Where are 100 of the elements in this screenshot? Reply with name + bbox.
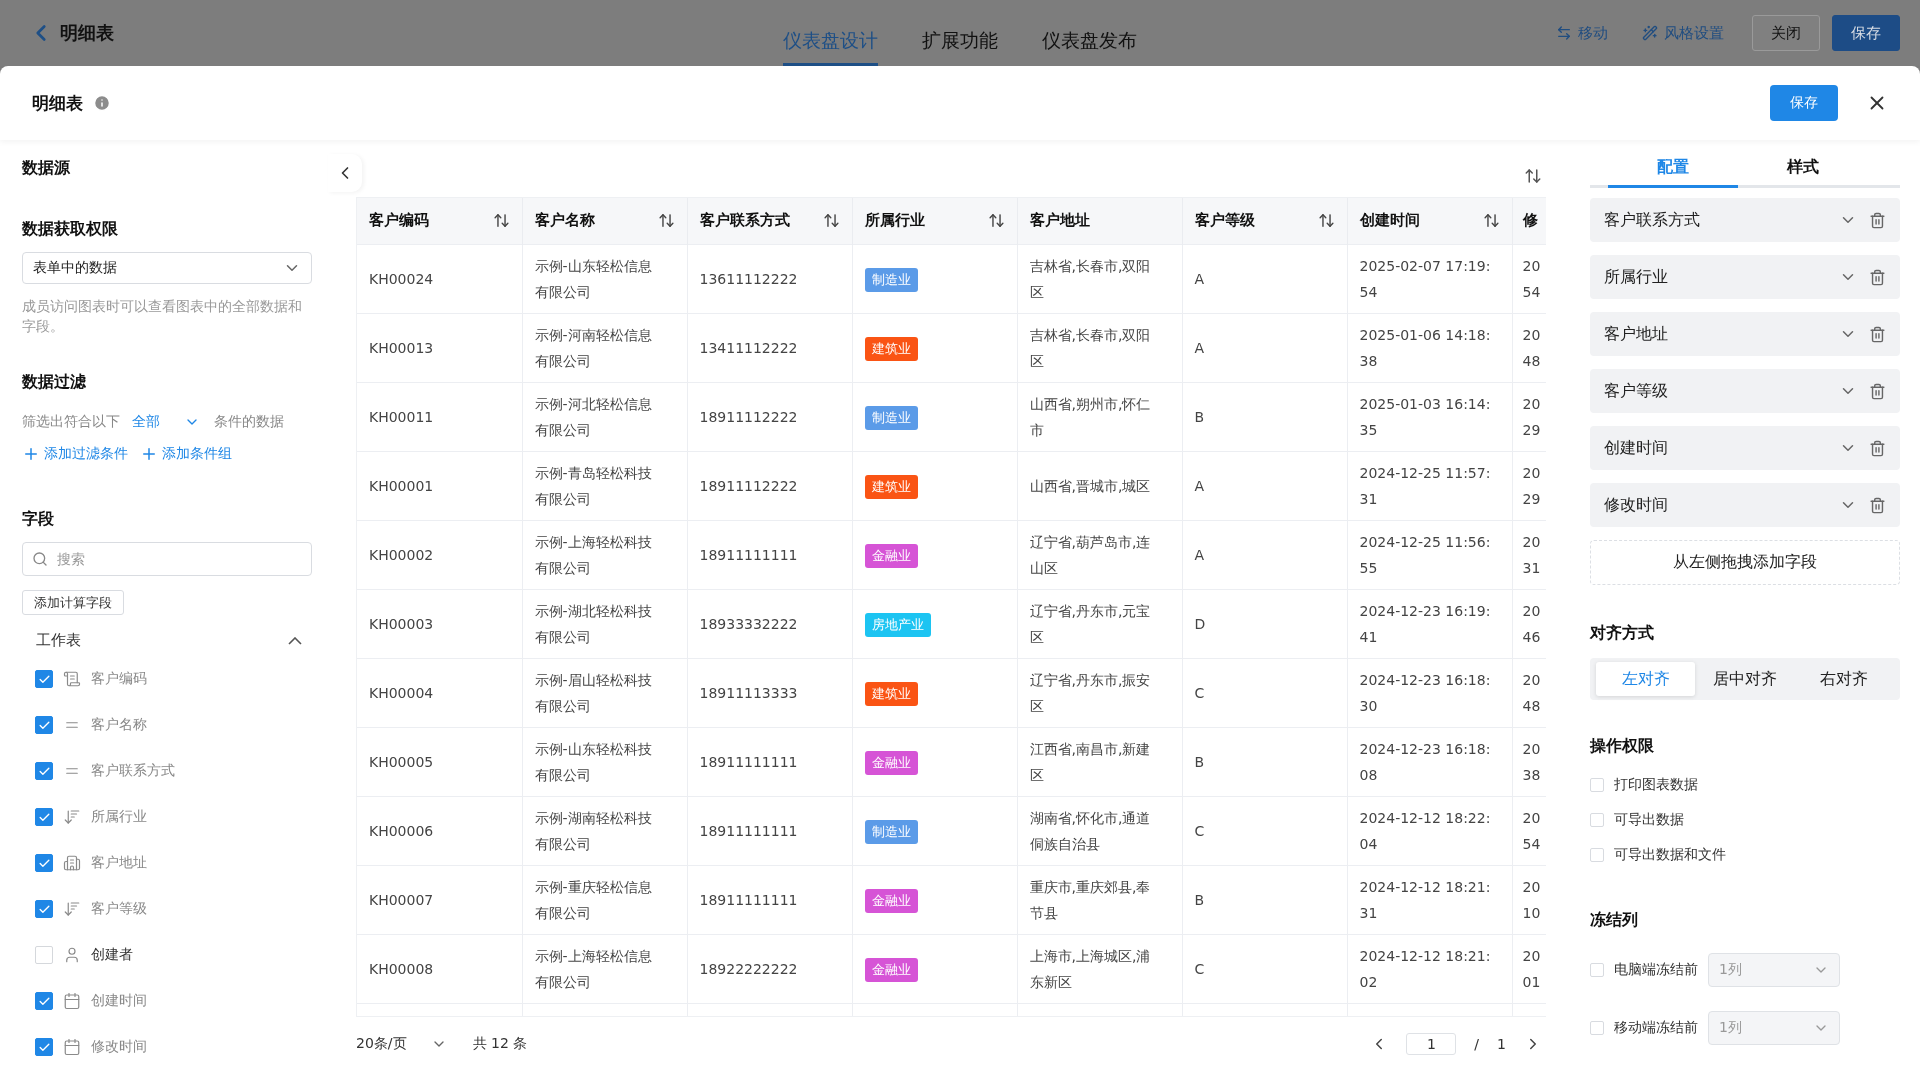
- group-header[interactable]: 工作表: [22, 631, 312, 650]
- industry-tag: 制造业: [864, 819, 918, 844]
- table-cell-text: 示例-上海轻松科技有限公司: [534, 532, 653, 578]
- delete-icon[interactable]: [1869, 496, 1886, 514]
- page-input[interactable]: 1: [1406, 1033, 1457, 1055]
- checkbox[interactable]: [35, 1038, 53, 1056]
- add-link[interactable]: 添加条件组: [140, 445, 232, 463]
- table-cell-text: 10: [1522, 903, 1542, 923]
- table-cell-text: KH00003: [369, 614, 435, 634]
- table-cell-text: 示例-重庆轻松信息有限公司: [534, 877, 653, 923]
- save-button[interactable]: 保存: [1832, 15, 1900, 51]
- industry-tag: 金融业: [864, 888, 918, 913]
- delete-icon[interactable]: [1869, 325, 1886, 343]
- delete-icon[interactable]: [1869, 439, 1886, 457]
- industry-tag: 金融业: [864, 750, 918, 775]
- column-header: 客户地址: [1029, 211, 1090, 231]
- match-select[interactable]: 全部: [132, 413, 200, 431]
- table-cell-text: A: [1194, 545, 1206, 565]
- field-label: 客户联系方式: [91, 762, 175, 780]
- filter-text: 条件的数据: [214, 413, 284, 431]
- add-calculated-field-button[interactable]: 添加计算字段: [22, 590, 124, 615]
- table-cell-text: C: [1194, 959, 1206, 979]
- table-cell-text: 2024-12-12 18:21:02: [1359, 946, 1492, 992]
- table-cell-text: 2024-12-12 18:21:31: [1359, 877, 1492, 923]
- sort-icon[interactable]: [1317, 212, 1335, 230]
- plus-icon: [140, 445, 158, 463]
- sort-icon[interactable]: [657, 212, 675, 230]
- table-cell-text: 2025-01-03 16:14:35: [1359, 394, 1492, 440]
- close-button[interactable]: 关闭: [1752, 15, 1820, 51]
- table-cell-text: 2025-01-06 14:18:38: [1359, 325, 1492, 371]
- table-cell-text: 示例-青岛轻松科技有限公司: [534, 463, 653, 509]
- table-cell-text: 48: [1522, 696, 1542, 716]
- table-cell-text: 示例-山东轻松信息有限公司: [534, 256, 653, 302]
- table-cell-text: D: [1194, 614, 1207, 634]
- tab[interactable]: 配置: [1608, 150, 1738, 188]
- field-item[interactable]: 创建时间: [1590, 426, 1900, 470]
- page-separator: /: [1474, 1036, 1480, 1052]
- checkbox[interactable]: [35, 716, 53, 734]
- table-cell-text: 20: [1522, 946, 1542, 966]
- field-label: 客户名称: [91, 716, 147, 734]
- table-cell-text: B: [1194, 890, 1206, 910]
- delete-icon[interactable]: [1869, 382, 1886, 400]
- table-cell-text: 46: [1522, 627, 1542, 647]
- table-cell-text: 辽宁省,葫芦岛市,连山区: [1029, 532, 1152, 578]
- sort-icon[interactable]: [1524, 166, 1542, 185]
- table-cell-text: 2024-12-23 16:18:30: [1359, 670, 1492, 716]
- table-cell-text: 18911111111: [699, 890, 799, 910]
- checkbox-label: 可导出数据和文件: [1614, 845, 1726, 864]
- table-cell-text: 示例-眉山轻松科技有限公司: [534, 670, 653, 716]
- checkbox[interactable]: [35, 670, 53, 688]
- table-cell-text: 18911111111: [699, 821, 799, 841]
- sort-icon[interactable]: [822, 212, 840, 230]
- checkbox[interactable]: [35, 992, 53, 1010]
- table-cell-text: KH00005: [369, 752, 435, 772]
- table-cell-text: 2024-12-23 16:18:08: [1359, 739, 1492, 785]
- checkbox[interactable]: [35, 762, 53, 780]
- table-cell-text: KH00013: [369, 338, 435, 358]
- permission-select[interactable]: 表单中的数据: [22, 252, 312, 284]
- table-cell-text: 示例-河南轻松信息有限公司: [534, 325, 653, 371]
- document-icon: [63, 670, 81, 688]
- table-cell-text: KH00001: [369, 476, 435, 496]
- field-item[interactable]: 客户等级: [1590, 369, 1900, 413]
- delete-icon[interactable]: [1869, 211, 1886, 229]
- section-title: 操作权限: [1590, 736, 1655, 757]
- calendar-icon: [63, 992, 81, 1010]
- align-option[interactable]: 右对齐: [1794, 662, 1894, 696]
- table-cell-text: A: [1194, 269, 1206, 289]
- add-link[interactable]: 添加过滤条件: [22, 445, 128, 463]
- page-size-select[interactable]: 20条/页: [356, 1035, 447, 1053]
- delete-icon[interactable]: [1869, 268, 1886, 286]
- table-cell-text: 20: [1522, 394, 1542, 414]
- checkbox[interactable]: [35, 900, 53, 918]
- table-cell-text: 2024-12-25 11:57:31: [1359, 463, 1492, 509]
- table-cell-text: C: [1194, 683, 1206, 703]
- sort-icon[interactable]: [987, 212, 1005, 230]
- field-item[interactable]: 所属行业: [1590, 255, 1900, 299]
- section-title: 数据获取权限: [22, 219, 119, 240]
- page-count: 1: [1497, 1036, 1506, 1052]
- field-item[interactable]: 修改时间: [1590, 483, 1900, 527]
- table-cell-text: 13411112222: [699, 338, 799, 358]
- section-title: 冻结列: [1590, 910, 1639, 931]
- field-item[interactable]: 客户地址: [1590, 312, 1900, 356]
- tab[interactable]: 样式: [1738, 150, 1868, 188]
- align-option[interactable]: 居中对齐: [1695, 662, 1795, 696]
- checkbox[interactable]: [35, 808, 53, 826]
- tab[interactable]: 仪表盘发布: [1042, 0, 1137, 66]
- align-option[interactable]: 左对齐: [1596, 662, 1696, 696]
- search-field[interactable]: 搜索: [22, 542, 312, 576]
- tab[interactable]: 扩展功能: [922, 0, 998, 66]
- save-button[interactable]: 保存: [1770, 85, 1838, 121]
- section-title: 字段: [22, 509, 55, 530]
- column-header: 创建时间: [1359, 211, 1420, 231]
- field-item[interactable]: 客户联系方式: [1590, 198, 1900, 242]
- checkbox-label: 可导出数据: [1614, 810, 1684, 829]
- table-cell-text: 吉林省,长春市,双阳区: [1029, 256, 1152, 302]
- section-title: 对齐方式: [1590, 623, 1655, 644]
- table-cell-text: 20: [1522, 670, 1542, 690]
- checkbox[interactable]: [35, 854, 53, 872]
- sort-icon[interactable]: [492, 212, 510, 230]
- sort-icon[interactable]: [1482, 212, 1500, 230]
